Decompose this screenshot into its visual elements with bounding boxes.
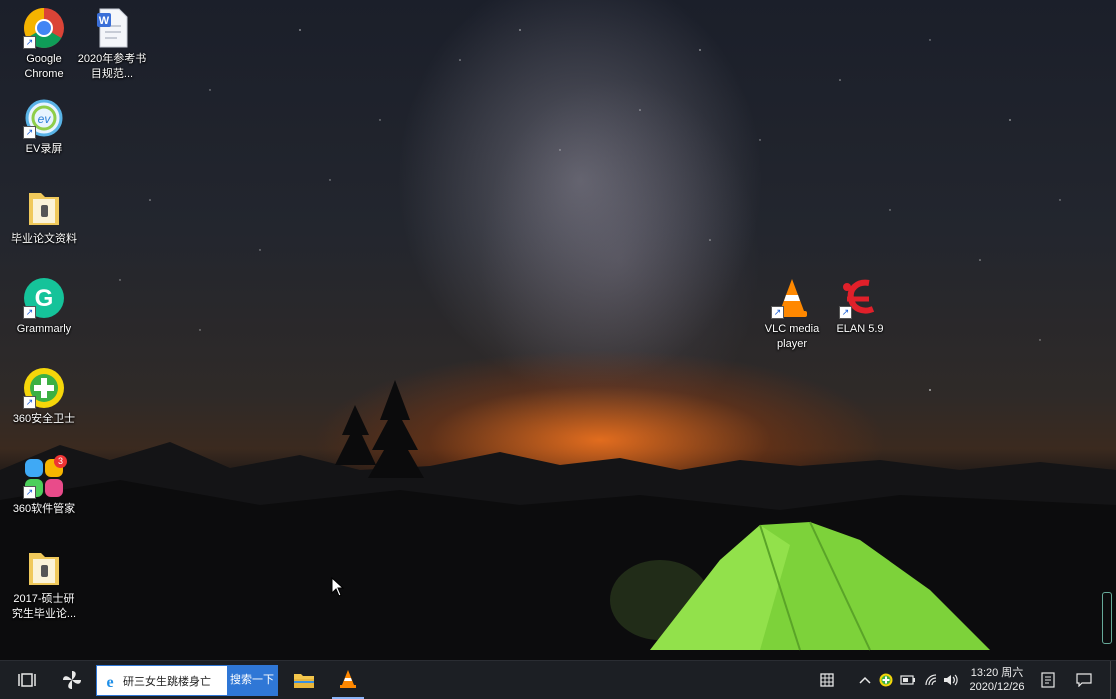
pinwheel-app-button[interactable] bbox=[56, 661, 88, 699]
desktop-icon-google-chrome[interactable]: ↗ Google Chrome bbox=[9, 7, 79, 82]
volume-icon bbox=[944, 674, 958, 686]
task-view-icon bbox=[18, 673, 36, 687]
360-tray-icon bbox=[879, 673, 893, 687]
desktop-icon-vlc[interactable]: ↗ VLC media player bbox=[757, 277, 827, 352]
360-tray-button[interactable] bbox=[877, 661, 895, 699]
scroll-indicator bbox=[1102, 592, 1112, 644]
grammarly-icon: G ↗ bbox=[23, 277, 65, 319]
360-software-manager-icon: 3 ↗ bbox=[23, 455, 67, 499]
taskbar: e 研三女生跳楼身亡 搜索一下 13:20 周六 2020/12/26 bbox=[0, 660, 1116, 699]
icon-label: Grammarly bbox=[16, 323, 72, 335]
vlc-taskbar-button[interactable] bbox=[332, 661, 364, 699]
volume-button[interactable] bbox=[942, 661, 960, 699]
shortcut-arrow-icon: ↗ bbox=[23, 306, 36, 319]
icon-label: Google Chrome bbox=[24, 53, 64, 80]
icon-label: 2020年参考书目规范... bbox=[77, 53, 147, 80]
task-view-button[interactable] bbox=[12, 661, 42, 699]
ev-recorder-icon: ev ↗ bbox=[23, 97, 65, 139]
wifi-icon bbox=[925, 674, 937, 686]
shortcut-arrow-icon: ↗ bbox=[771, 306, 784, 319]
shortcut-arrow-icon: ↗ bbox=[23, 36, 36, 49]
clock[interactable]: 13:20 周六 2020/12/26 bbox=[962, 661, 1032, 699]
desktop-icon-grammarly[interactable]: G ↗ Grammarly bbox=[9, 277, 79, 337]
shortcut-arrow-icon: ↗ bbox=[839, 306, 852, 319]
battery-icon bbox=[900, 675, 915, 685]
search-button[interactable]: 搜索一下 bbox=[227, 666, 277, 695]
icon-label: 360软件管家 bbox=[12, 503, 76, 515]
icon-label: 毕业论文资料 bbox=[11, 233, 77, 245]
desktop-wallpaper: ↗ Google Chrome W 2020年参考书目规范... ev ↗ EV… bbox=[0, 0, 1116, 660]
vlc-icon bbox=[340, 670, 356, 688]
notifications-icon bbox=[1076, 673, 1092, 687]
360-security-icon: ↗ bbox=[23, 367, 65, 409]
notification-badge: 3 bbox=[54, 455, 67, 468]
show-hidden-icons-button[interactable] bbox=[856, 661, 874, 699]
svg-text:ev: ev bbox=[38, 112, 52, 126]
svg-text:G: G bbox=[35, 285, 54, 312]
icon-label: VLC media player bbox=[764, 323, 820, 350]
desktop-icon-elan[interactable]: ↗ ELAN 5.9 bbox=[825, 277, 895, 337]
clock-time: 13:20 周六 bbox=[970, 667, 1024, 679]
pinwheel-icon bbox=[63, 671, 81, 689]
search-query[interactable]: 研三女生跳楼身亡 bbox=[123, 673, 235, 689]
shortcut-arrow-icon: ↗ bbox=[23, 396, 36, 409]
icon-label: 2017-硕士研究生毕业论... bbox=[11, 593, 77, 620]
icon-label: EV录屏 bbox=[25, 143, 63, 155]
file-explorer-icon bbox=[294, 674, 314, 688]
desktop-icon-thesis-folder[interactable]: 毕业论文资料 bbox=[9, 187, 79, 247]
notes-button[interactable] bbox=[1036, 661, 1060, 699]
shortcut-arrow-icon: ↗ bbox=[23, 126, 36, 139]
star-field bbox=[0, 29, 1116, 660]
wifi-button[interactable] bbox=[922, 661, 940, 699]
file-explorer-button[interactable] bbox=[288, 661, 320, 699]
word-document-icon: W bbox=[91, 7, 133, 49]
icon-label: ELAN 5.9 bbox=[836, 323, 884, 335]
desktop-icon-360-software-manager[interactable]: 3 ↗ 360软件管家 bbox=[9, 455, 79, 517]
chevron-up-icon bbox=[859, 676, 871, 684]
chrome-icon: ↗ bbox=[23, 7, 65, 49]
folder-icon bbox=[23, 547, 65, 589]
desktop-icon-word-document[interactable]: W 2020年参考书目规范... bbox=[77, 7, 147, 82]
apps-grid-button[interactable] bbox=[816, 661, 838, 699]
desktop-icon-2017-thesis-folder[interactable]: 2017-硕士研究生毕业论... bbox=[9, 547, 79, 622]
mouse-cursor-icon bbox=[331, 577, 345, 597]
desktop-icon-ev-recorder[interactable]: ev ↗ EV录屏 bbox=[9, 97, 79, 157]
svg-text:W: W bbox=[99, 15, 110, 27]
notifications-button[interactable] bbox=[1072, 661, 1096, 699]
show-desktop-button[interactable] bbox=[1110, 661, 1116, 699]
vlc-icon: ↗ bbox=[771, 277, 813, 319]
elan-icon: ↗ bbox=[839, 277, 881, 319]
icon-label: 360安全卫士 bbox=[12, 413, 76, 425]
folder-icon bbox=[23, 187, 65, 229]
shortcut-arrow-icon: ↗ bbox=[23, 486, 36, 499]
svg-text:e: e bbox=[106, 674, 113, 690]
search-box[interactable]: e 研三女生跳楼身亡 搜索一下 bbox=[96, 665, 278, 696]
clock-date: 2020/12/26 bbox=[969, 681, 1025, 693]
desktop-icon-360-security[interactable]: ↗ 360安全卫士 bbox=[9, 367, 79, 427]
ie-icon: e bbox=[106, 674, 113, 690]
battery-button[interactable] bbox=[898, 661, 918, 699]
apps-grid-icon bbox=[820, 673, 834, 687]
notes-icon bbox=[1041, 672, 1055, 688]
